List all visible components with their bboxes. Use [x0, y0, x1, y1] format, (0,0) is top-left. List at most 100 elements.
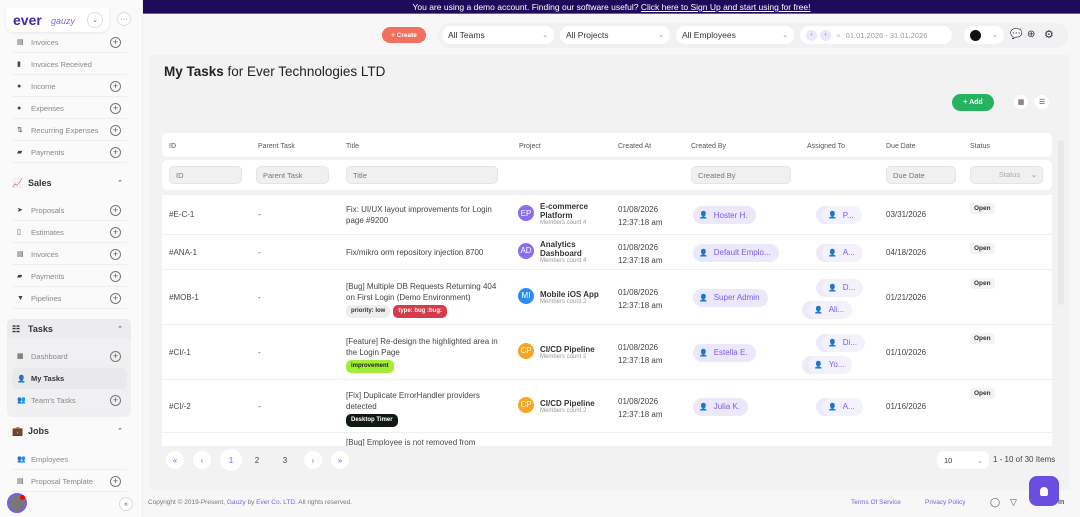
status-filter-select[interactable]: Status ⌄ — [970, 166, 1043, 184]
sidebar-section-sales[interactable]: 📈 Sales ⌃ — [7, 173, 131, 193]
created-by-chip[interactable]: 👤 Julia K. — [693, 397, 748, 416]
theme-select[interactable]: ⌄ — [964, 26, 1004, 44]
task-id[interactable]: #MOB-1 — [169, 293, 199, 302]
task-title[interactable]: [Bug] Employee is not removed from — [346, 438, 475, 446]
sidebar-item-invoices[interactable]: ▤ Invoices + — [12, 32, 127, 53]
add-icon[interactable]: + — [110, 292, 121, 304]
linkedin-icon[interactable]: in — [1058, 499, 1064, 506]
employees-select[interactable]: All Employees ⌄ — [676, 26, 794, 44]
next-page-icon[interactable]: › — [304, 451, 322, 469]
github-icon[interactable]: ◯ — [990, 497, 1000, 508]
page-1-button[interactable]: 1 — [220, 449, 242, 471]
sidebar-section-tasks[interactable]: ☷ Tasks ⌃ — [7, 319, 131, 339]
sidebar-item-expenses[interactable]: ● Expenses + — [12, 98, 127, 119]
date-range-picker[interactable]: ‹ › ▫ 01.01.2026 - 31.01.2026 — [800, 26, 952, 44]
sidebar-section-jobs[interactable]: 💼 Jobs ⌃ — [7, 421, 131, 441]
column-header[interactable]: Parent Task — [258, 143, 295, 150]
status-badge[interactable]: Open — [970, 278, 995, 289]
task-id[interactable]: #ANA-1 — [169, 248, 197, 257]
sidebar-item-income[interactable]: ● Income + — [12, 76, 127, 97]
table-scrollbar[interactable] — [1058, 140, 1064, 305]
assignee-chip[interactable]: 👤 Ali... — [808, 300, 853, 319]
more-icon[interactable]: ··· — [117, 12, 131, 26]
sidebar-item-my-tasks[interactable]: 👤 My Tasks — [12, 368, 127, 389]
add-icon[interactable]: + — [110, 146, 121, 158]
sidebar-item-recurring-expenses[interactable]: ⇅ Recurring Expenses + — [12, 120, 127, 141]
ever-link[interactable]: Ever Co. LTD. — [256, 499, 297, 506]
sidebar-item-proposal-template[interactable]: ▤ Proposal Template + — [12, 471, 127, 492]
add-icon[interactable]: + — [110, 204, 121, 216]
chat-widget-button[interactable] — [1029, 476, 1059, 506]
avatar[interactable] — [7, 493, 27, 513]
privacy-link[interactable]: Privacy Policy — [925, 499, 965, 506]
task-title[interactable]: Fix: UI/UX layout improvements for Login… — [346, 204, 506, 226]
assignee-chip[interactable]: 👤 A... — [822, 397, 863, 416]
column-header[interactable]: Assigned To — [807, 143, 845, 150]
project-name[interactable]: CI/CD Pipeline Members count 2 — [540, 399, 610, 415]
settings-icon[interactable]: ⚙ — [1044, 28, 1054, 41]
sidebar-item-proposals[interactable]: ➤ Proposals + — [12, 200, 127, 221]
task-id[interactable]: #CI/-2 — [169, 402, 191, 411]
project-name[interactable]: CI/CD Pipeline Members count 2 — [540, 345, 610, 361]
teams-select[interactable]: All Teams ⌄ — [442, 26, 554, 44]
add-icon[interactable]: + — [110, 394, 121, 406]
add-icon[interactable]: + — [110, 248, 121, 260]
status-badge[interactable]: Open — [970, 203, 995, 214]
projects-select[interactable]: All Projects ⌄ — [560, 26, 670, 44]
sidebar-item-invoices-received[interactable]: ▮ Invoices Received — [12, 54, 127, 75]
column-header[interactable]: Created At — [618, 143, 651, 150]
add-icon[interactable]: + — [110, 102, 121, 114]
create-button[interactable]: + Create — [382, 27, 426, 43]
sidebar-item-payments[interactable]: ▰ Payments + — [12, 266, 127, 287]
task-title[interactable]: [Fix] Duplicate ErrorHandler providers d… — [346, 390, 506, 427]
assignee-chip[interactable]: 👤 A... — [822, 243, 863, 262]
due-date-filter-input[interactable] — [886, 166, 956, 184]
add-icon[interactable]: + — [110, 80, 121, 92]
sidebar-item-pipelines[interactable]: ▼ Pipelines + — [12, 288, 127, 309]
first-page-icon[interactable]: « — [166, 451, 184, 469]
title-filter-input[interactable] — [346, 166, 498, 184]
sidebar-item-estimates[interactable]: ▯ Estimates + — [12, 222, 127, 243]
column-header[interactable]: Project — [519, 143, 541, 150]
sidebar-item-team-s-tasks[interactable]: 👥 Team's Tasks + — [12, 390, 127, 411]
column-header[interactable]: Created By — [691, 143, 726, 150]
add-icon[interactable]: + — [110, 350, 121, 362]
add-icon[interactable]: + — [110, 270, 121, 282]
sidebar-item-dashboard[interactable]: ▦ Dashboard + — [12, 346, 127, 367]
globe-icon[interactable]: ⊕ — [1027, 29, 1035, 40]
page-size-select[interactable]: 10 ⌄ — [937, 451, 989, 469]
column-header[interactable]: Status — [970, 143, 990, 150]
page-2-button[interactable]: 2 — [248, 451, 266, 469]
chat-icon[interactable]: 💬 — [1010, 29, 1022, 40]
add-icon[interactable]: + — [110, 36, 121, 48]
chevron-down-icon[interactable]: ⌄ — [87, 12, 103, 28]
terms-link[interactable]: Terms Of Service — [851, 499, 901, 506]
task-title[interactable]: Fix/mikro orm repository injection 8700 — [346, 247, 506, 258]
sidebar-item-invoices[interactable]: ▤ Invoices + — [12, 244, 127, 265]
prev-page-icon[interactable]: ‹ — [193, 451, 211, 469]
created-by-chip[interactable]: 👤 Default Emplo... — [693, 243, 779, 262]
add-icon[interactable]: + — [110, 226, 121, 238]
add-icon[interactable]: + — [110, 124, 121, 136]
assignee-chip[interactable]: 👤 Di... — [822, 333, 865, 352]
task-title[interactable]: [Bug] Multiple DB Requests Returning 404… — [346, 281, 506, 318]
page-3-button[interactable]: 3 — [276, 451, 294, 469]
project-name[interactable]: Mobile iOS App Members count 2 — [540, 290, 610, 306]
column-header[interactable]: Due Date — [886, 143, 916, 150]
project-name[interactable]: E-commerce Platform Members count 4 — [540, 202, 610, 227]
task-id[interactable]: #CI/-1 — [169, 348, 191, 357]
status-badge[interactable]: Open — [970, 333, 995, 344]
add-icon[interactable]: + — [110, 475, 121, 487]
column-header[interactable]: ID — [169, 143, 176, 150]
status-badge[interactable]: Open — [970, 243, 995, 254]
task-title[interactable]: [Feature] Re-design the highlighted area… — [346, 336, 506, 373]
last-page-icon[interactable]: » — [331, 451, 349, 469]
signup-link[interactable]: Click here to Sign Up and start using fo… — [641, 2, 811, 12]
assignee-chip[interactable]: 👤 Yo... — [808, 355, 853, 374]
created-by-chip[interactable]: 👤 Estella E. — [693, 343, 756, 362]
id-filter-input[interactable] — [169, 166, 242, 184]
assignee-chip[interactable]: 👤 P... — [822, 206, 862, 224]
prev-date-icon[interactable]: ‹ — [806, 29, 817, 41]
sidebar-item-payments[interactable]: ▰ Payments + — [12, 142, 127, 163]
add-task-button[interactable]: + Add — [952, 94, 994, 111]
